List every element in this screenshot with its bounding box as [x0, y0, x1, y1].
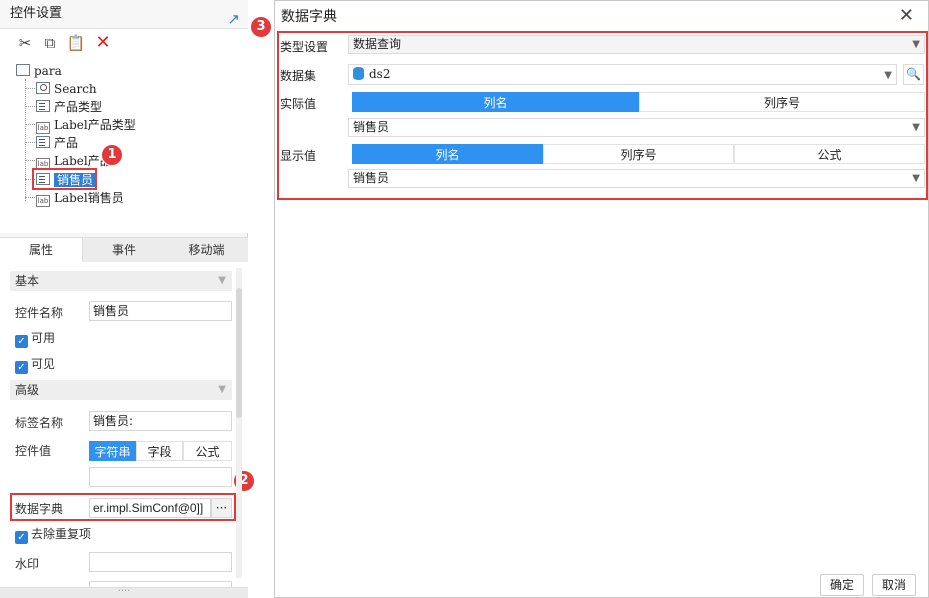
widget-value-string-tab[interactable]: 字符串: [89, 441, 136, 461]
tag-name-input[interactable]: 销售员:: [89, 411, 232, 431]
cancel-button[interactable]: 取消: [872, 574, 916, 596]
resize-handle[interactable]: ····: [0, 587, 248, 598]
tree-node-label: Label销售员: [54, 191, 124, 205]
copy-icon[interactable]: ⧉: [40, 33, 60, 53]
step-badge-1: 1: [101, 144, 123, 166]
section-basic[interactable]: 基本 ▼: [10, 271, 232, 291]
label-widget-icon: lab: [36, 122, 50, 134]
checkbox-icon: ✓: [15, 361, 28, 374]
checkbox-icon: ✓: [15, 531, 28, 544]
highlight-box-2: [10, 493, 236, 521]
property-scrollbar[interactable]: [236, 268, 242, 578]
dialog-title: 数据字典: [281, 9, 337, 25]
combo-widget-icon: [36, 136, 50, 148]
tree-line: [25, 88, 35, 89]
combo-widget-icon: [36, 100, 50, 112]
tree-node-label-product-type[interactable]: lab Label产品类型: [36, 116, 136, 134]
tag-name-label: 标签名称: [15, 416, 64, 430]
tree-node-product-type[interactable]: 产品类型: [36, 98, 102, 116]
watermark-label: 水印: [15, 557, 40, 571]
panel-title-text: 控件设置: [10, 6, 63, 21]
visible-checkbox[interactable]: ✓ 可见: [15, 356, 56, 374]
tree-root-para[interactable]: para: [16, 62, 62, 80]
tab-events[interactable]: 事件: [83, 238, 165, 263]
tree-node-label: para: [34, 64, 62, 78]
tree-node-search[interactable]: Search: [36, 80, 97, 98]
collapse-icon: ▼: [218, 275, 226, 286]
collapse-icon: ▼: [218, 384, 226, 395]
checkbox-icon: ✓: [15, 335, 28, 348]
close-icon[interactable]: ✕: [899, 5, 914, 26]
tree-node-label: 产品: [54, 136, 79, 150]
scrollbar-thumb[interactable]: [236, 288, 242, 418]
tree-line: [25, 142, 35, 143]
step-badge-3: 3: [250, 16, 272, 38]
tab-properties[interactable]: 属性: [0, 238, 83, 263]
section-advanced[interactable]: 高级 ▼: [10, 380, 232, 400]
tree-node-label: Search: [54, 82, 97, 96]
tab-mobile[interactable]: 移动端: [165, 238, 248, 263]
tree-node-label: 产品类型: [54, 100, 103, 114]
dedupe-checkbox[interactable]: ✓ 去除重复项: [15, 526, 92, 544]
widget-value-label: 控件值: [15, 444, 52, 458]
highlight-box-3: [277, 31, 928, 200]
tree-line: [25, 106, 35, 107]
property-sheet: 基本 ▼ 控件名称 销售员 ✓ 可用 ✓ 可见 高级 ▼ 标签名称 销售员: 控件值 字…: [0, 262, 255, 598]
enabled-checkbox[interactable]: ✓ 可用: [15, 330, 56, 348]
checkbox-label: 可用: [31, 331, 56, 345]
tree-node-product[interactable]: 产品: [36, 134, 78, 152]
checkbox-label: 可见: [31, 357, 56, 371]
tree-line: [25, 79, 26, 201]
cut-icon[interactable]: ✂: [15, 33, 35, 53]
tree-line: [25, 124, 35, 125]
highlight-box-1: [32, 168, 97, 190]
label-widget-icon: lab: [36, 195, 50, 207]
widget-value-input[interactable]: [89, 467, 232, 487]
widget-settings-panel: 控件设置 ↗ ✂ ⧉ 📋 ✕ para Search 产品类型 lab Label…: [0, 0, 255, 598]
widget-value-formula-tab[interactable]: 公式: [183, 441, 232, 461]
tree-line: [25, 197, 35, 198]
widget-value-field-tab[interactable]: 字段: [136, 441, 183, 461]
section-title: 基本: [15, 274, 40, 288]
ok-button[interactable]: 确定: [820, 574, 864, 596]
section-title: 高级: [15, 383, 40, 397]
checkbox-label: 去除重复项: [31, 527, 92, 541]
panel-title: 控件设置 ↗: [0, 0, 248, 28]
delete-icon[interactable]: ✕: [93, 33, 113, 53]
search-widget-icon: [36, 82, 50, 94]
widget-name-input[interactable]: 销售员: [89, 301, 232, 321]
widget-tree-area: ✂ ⧉ 📋 ✕ para Search 产品类型 lab Label产品类型 产品…: [0, 28, 248, 233]
tree-node-label-salesperson[interactable]: lab Label销售员: [36, 189, 124, 207]
form-icon: [16, 64, 30, 76]
widget-name-label: 控件名称: [15, 306, 64, 320]
paste-icon[interactable]: 📋: [66, 33, 86, 53]
property-tabs: 属性 事件 移动端: [0, 237, 248, 263]
watermark-input[interactable]: [89, 552, 232, 572]
tree-node-label: Label产品类型: [54, 118, 136, 132]
tree-line: [25, 160, 35, 161]
data-dictionary-dialog: 数据字典 ✕ 类型设置 数据查询 ▼ 数据集 ds2 ▼ 🔍 实际值 列名 列序号…: [274, 0, 929, 598]
